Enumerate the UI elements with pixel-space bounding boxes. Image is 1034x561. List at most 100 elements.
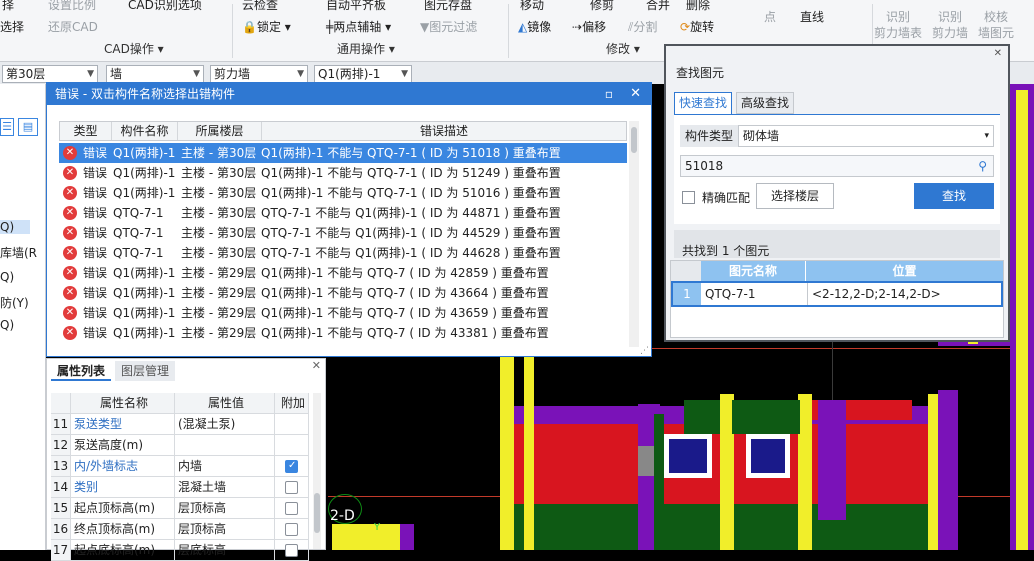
list-view-icon[interactable]: ☰: [0, 118, 14, 136]
column-header[interactable]: 类型: [60, 122, 112, 140]
attach-checkbox[interactable]: [285, 523, 298, 536]
type-select[interactable]: 砌体墙 ▾: [738, 125, 994, 147]
ribbon-shearwall[interactable]: 剪力墙: [932, 24, 968, 41]
error-component-name[interactable]: Q1(两排)-1: [113, 183, 175, 203]
group-cad-ops[interactable]: CAD操作 ▾: [104, 40, 164, 57]
ribbon-offset[interactable]: ⇢偏移: [572, 18, 606, 35]
attach-checkbox[interactable]: ✓: [285, 460, 298, 473]
table-row[interactable]: 1 QTQ-7-1 <2-12,2-D;2-14,2-D>: [671, 281, 1003, 307]
error-row[interactable]: ✕ 错误 QTQ-7-1 主楼 - 第30层 QTQ-7-1 不能与 Q1(两排)-1 …: [59, 223, 627, 243]
column-header[interactable]: 错误描述: [262, 122, 626, 140]
error-component-name[interactable]: QTQ-7-1: [113, 203, 163, 223]
property-value[interactable]: 层底标高: [175, 540, 275, 561]
property-value[interactable]: 层顶标高: [175, 498, 275, 519]
error-row[interactable]: ✕ 错误 Q1(两排)-1 主楼 - 第29层 Q1(两排)-1 不能与 QTQ-7 (…: [59, 263, 627, 283]
result-name[interactable]: QTQ-7-1: [705, 283, 805, 305]
tab-layers[interactable]: 图层管理: [115, 361, 176, 381]
attach-checkbox[interactable]: [285, 481, 298, 494]
ribbon-point[interactable]: 点: [764, 8, 776, 25]
ribbon-mirror[interactable]: ◭镜像: [518, 18, 551, 35]
ribbon-filter[interactable]: ▼图元过滤: [420, 18, 477, 35]
exact-match-checkbox[interactable]: [682, 191, 695, 204]
property-row[interactable]: 12 泵送高度(m): [51, 435, 309, 456]
error-row[interactable]: ✕ 错误 Q1(两排)-1 主楼 - 第29层 Q1(两排)-1 不能与 QTQ-7 (…: [59, 283, 627, 303]
ribbon-identify-2[interactable]: 识别: [938, 8, 962, 25]
select-floor-button[interactable]: 选择楼层: [756, 183, 834, 209]
attach-checkbox[interactable]: [285, 502, 298, 515]
close-icon[interactable]: ✕: [312, 359, 321, 372]
error-row[interactable]: ✕ 错误 Q1(两排)-1 主楼 - 第29层 Q1(两排)-1 不能与 QTQ-7 (…: [59, 303, 627, 323]
attach-checkbox[interactable]: [285, 544, 298, 557]
property-row[interactable]: 11 泵送类型 (混凝土泵): [51, 414, 309, 435]
ribbon-cloud-check[interactable]: 云检查: [242, 0, 278, 13]
tab-advanced-find[interactable]: 高级查找: [736, 92, 795, 114]
property-value[interactable]: [175, 435, 275, 456]
property-row[interactable]: 13 内/外墙标志 内墙 ✓: [51, 456, 309, 477]
property-value[interactable]: (混凝土泵): [175, 414, 275, 435]
error-component-name[interactable]: Q1(两排)-1: [113, 263, 175, 283]
ribbon-identify-1[interactable]: 识别: [886, 8, 910, 25]
error-component-name[interactable]: QTQ-7-1: [113, 243, 163, 263]
close-icon[interactable]: ✕: [630, 83, 641, 105]
ribbon-lock[interactable]: 🔒锁定 ▾: [242, 18, 291, 35]
column-header[interactable]: 位置: [805, 261, 1003, 281]
property-row[interactable]: 16 终点顶标高(m) 层顶标高: [51, 519, 309, 540]
type-select[interactable]: 墙 ▼: [106, 65, 204, 83]
dialog-titlebar[interactable]: 错误 - 双击构件名称选择出错构件 ▫ ✕: [47, 83, 651, 105]
ribbon-set-scale[interactable]: 设置比例: [48, 0, 96, 13]
error-component-name[interactable]: Q1(两排)-1: [113, 303, 175, 323]
scrollbar-thumb[interactable]: [631, 127, 637, 153]
scrollbar[interactable]: [629, 121, 639, 347]
ribbon-restore-cad[interactable]: 还原CAD: [48, 18, 98, 35]
ribbon-select[interactable]: 选择: [0, 18, 24, 35]
property-value[interactable]: 内墙: [175, 456, 275, 477]
ribbon-merge[interactable]: 合并: [646, 0, 670, 13]
tree-item[interactable]: Q): [0, 270, 14, 284]
error-component-name[interactable]: Q1(两排)-1: [113, 283, 175, 303]
ribbon-verify[interactable]: 校核: [984, 8, 1008, 25]
component-select[interactable]: Q1(两排)-1 ▼: [314, 65, 412, 83]
tree-item[interactable]: 库墙(R: [0, 244, 37, 261]
error-component-name[interactable]: Q1(两排)-1: [113, 163, 175, 183]
property-value[interactable]: 混凝土墙: [175, 477, 275, 498]
find-button[interactable]: 查找: [914, 183, 994, 209]
error-row[interactable]: ✕ 错误 Q1(两排)-1 主楼 - 第30层 Q1(两排)-1 不能与 QTQ-7-1…: [59, 143, 627, 163]
ribbon-delete[interactable]: 删除: [686, 0, 710, 13]
error-component-name[interactable]: QTQ-7-1: [113, 223, 163, 243]
ribbon-line[interactable]: 直线: [800, 8, 824, 25]
error-row[interactable]: ✕ 错误 Q1(两排)-1 主楼 - 第29层 Q1(两排)-1 不能与 QTQ-7 (…: [59, 323, 627, 343]
error-row[interactable]: ✕ 错误 Q1(两排)-1 主楼 - 第30层 Q1(两排)-1 不能与 QTQ-7-1…: [59, 183, 627, 203]
ribbon-two-point-axis[interactable]: ╪两点辅轴 ▾: [326, 18, 391, 35]
ribbon-split[interactable]: ⫽分割: [628, 18, 657, 35]
ribbon-rotate[interactable]: ⟳旋转: [680, 18, 714, 35]
error-component-name[interactable]: Q1(两排)-1: [113, 143, 175, 163]
group-common-ops[interactable]: 通用操作 ▾: [337, 40, 395, 57]
column-header[interactable]: 构件名称: [112, 122, 178, 140]
ribbon-wall-elements[interactable]: 墙图元: [978, 24, 1014, 41]
ribbon-choose[interactable]: 择: [2, 0, 14, 13]
maximize-icon[interactable]: ▫: [605, 83, 613, 105]
error-row[interactable]: ✕ 错误 QTQ-7-1 主楼 - 第30层 QTQ-7-1 不能与 Q1(两排)-1 …: [59, 203, 627, 223]
tree-item[interactable]: Q): [0, 220, 30, 234]
ribbon-save-elements[interactable]: 图元存盘: [424, 0, 472, 13]
group-modify[interactable]: 修改 ▾: [606, 40, 640, 57]
ribbon-trim[interactable]: 修剪: [590, 0, 614, 13]
column-header[interactable]: 所属楼层: [178, 122, 262, 140]
ribbon-shearwall-table[interactable]: 剪力墙表: [874, 24, 922, 41]
error-component-name[interactable]: Q1(两排)-1: [113, 323, 175, 343]
error-row[interactable]: ✕ 错误 Q1(两排)-1 主楼 - 第30层 Q1(两排)-1 不能与 QTQ-7-1…: [59, 163, 627, 183]
close-icon[interactable]: ✕: [994, 48, 1002, 59]
ribbon-move[interactable]: 移动: [520, 0, 544, 13]
table-view-icon[interactable]: ▤: [18, 118, 38, 136]
ribbon-cad-options[interactable]: CAD识别选项: [128, 0, 202, 13]
tree-item[interactable]: Q): [0, 318, 14, 332]
property-value[interactable]: 层顶标高: [175, 519, 275, 540]
error-row[interactable]: ✕ 错误 QTQ-7-1 主楼 - 第30层 QTQ-7-1 不能与 Q1(两排)-1 …: [59, 243, 627, 263]
property-row[interactable]: 14 类别 混凝土墙: [51, 477, 309, 498]
result-position[interactable]: <2-12,2-D;2-14,2-D>: [807, 283, 1003, 305]
property-row[interactable]: 17 起点底标高(m) 层底标高: [51, 540, 309, 561]
tab-quick-find[interactable]: 快速查找: [674, 92, 733, 114]
tree-item[interactable]: 防(Y): [0, 294, 29, 311]
scrollbar-thumb[interactable]: [314, 493, 320, 533]
ribbon-auto-align[interactable]: 自动平齐板: [326, 0, 386, 13]
